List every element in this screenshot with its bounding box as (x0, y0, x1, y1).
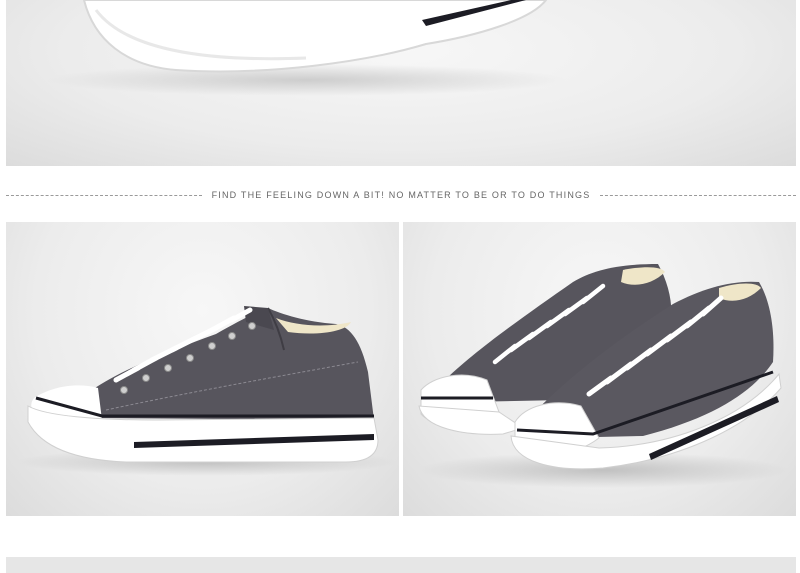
tagline-text: FIND THE FEELING DOWN A BIT! NO MATTER T… (211, 190, 591, 200)
right-dashed-rule (600, 194, 796, 196)
sneaker-pair-photo (403, 222, 796, 516)
next-photo-edge (6, 557, 796, 573)
tagline-divider: FIND THE FEELING DOWN A BIT! NO MATTER T… (6, 185, 796, 205)
top-shoe-closeup-photo (6, 0, 796, 166)
left-dashed-rule (6, 194, 202, 196)
sneaker-side-view-photo (6, 222, 399, 516)
